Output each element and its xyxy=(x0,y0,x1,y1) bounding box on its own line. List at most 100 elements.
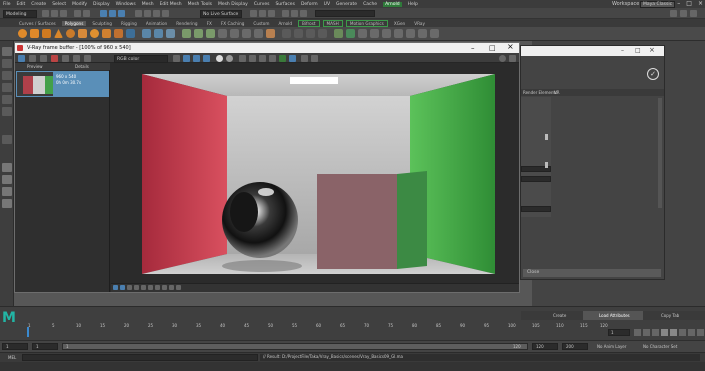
menu-item-generate[interactable]: Generate xyxy=(336,2,357,7)
shelf-tab-motion-graphics[interactable]: Motion Graphics xyxy=(345,19,388,27)
insert-edge-loop-icon[interactable] xyxy=(254,29,263,38)
vfb-render-last-icon[interactable] xyxy=(289,54,296,62)
vfb-options-icon[interactable] xyxy=(509,54,516,62)
scene-tab-create[interactable]: Create xyxy=(553,313,566,318)
undo-icon[interactable] xyxy=(74,10,81,17)
lasso-tool-icon[interactable] xyxy=(2,59,12,68)
end-time-field[interactable]: 200 xyxy=(562,343,588,350)
menu-item-uv[interactable]: UV xyxy=(324,2,330,7)
hypershade-icon[interactable] xyxy=(282,10,289,17)
minimize-icon[interactable]: – xyxy=(677,0,680,8)
menu-item-cache[interactable]: Cache xyxy=(363,2,377,7)
redo-icon[interactable] xyxy=(83,10,90,17)
bevel-icon[interactable] xyxy=(206,29,215,38)
quad-draw-icon[interactable] xyxy=(346,29,355,38)
menu-item-file[interactable]: File xyxy=(3,2,11,7)
menu-item-modify[interactable]: Modify xyxy=(72,2,87,7)
cut-uv-icon[interactable] xyxy=(306,29,315,38)
poly-plane-icon[interactable] xyxy=(78,29,87,38)
vfb-lens-fx-icon[interactable] xyxy=(173,54,180,62)
menu-item-surfaces[interactable]: Surfaces xyxy=(275,2,295,7)
vray-vfb-icon[interactable] xyxy=(300,10,307,17)
vfb-status-icon-10[interactable] xyxy=(176,285,181,290)
vfb-maximize-icon[interactable]: □ xyxy=(489,43,496,53)
channel-dropdown[interactable]: RGB color xyxy=(114,54,168,63)
vfb-save-icon[interactable] xyxy=(29,54,36,62)
shelf-tab-animation[interactable]: Animation xyxy=(143,21,170,26)
outliner-layout-icon[interactable] xyxy=(2,187,12,196)
soft-select-icon[interactable] xyxy=(2,135,12,144)
vfb-alpha-icon[interactable] xyxy=(216,54,223,62)
channel-box-icon[interactable] xyxy=(690,10,697,17)
shelf-tab-bifrost[interactable]: Bifrost xyxy=(298,19,320,27)
render-current-frame-icon[interactable] xyxy=(250,10,257,17)
extrude-icon[interactable] xyxy=(182,29,191,38)
single-perspective-icon[interactable] xyxy=(2,163,12,172)
poly-disc-icon[interactable] xyxy=(90,29,99,38)
command-input[interactable] xyxy=(22,354,258,361)
vfb-follow-mouse-icon[interactable] xyxy=(259,54,266,62)
menu-item-help[interactable]: Help xyxy=(408,2,418,7)
sculpt-tool-icon[interactable] xyxy=(430,29,439,38)
shelf-tab-custom[interactable]: Custom xyxy=(250,21,272,26)
planar-mapping-icon[interactable] xyxy=(282,29,291,38)
poly-sphere-icon[interactable] xyxy=(18,29,27,38)
menu-item-arnold[interactable]: Arnold xyxy=(383,1,402,7)
time-slider[interactable]: M Create Load Attributes Copy Tab 1 5 10… xyxy=(0,306,705,340)
shelf-tab-vray[interactable]: VRay xyxy=(411,21,428,26)
shelf-tab-rendering[interactable]: Rendering xyxy=(173,21,200,26)
save-scene-icon[interactable] xyxy=(60,10,67,17)
conform-icon[interactable] xyxy=(406,29,415,38)
timeline-ruler[interactable]: 1 5 10 15 20 25 30 35 40 45 50 55 60 65 … xyxy=(26,321,608,329)
shelf-tab-mash[interactable]: MASH xyxy=(322,19,343,27)
sew-uv-icon[interactable] xyxy=(318,29,327,38)
paint-select-tool-icon[interactable] xyxy=(2,71,12,80)
platonic-solid-icon[interactable] xyxy=(102,29,111,38)
vfb-ipr-icon[interactable] xyxy=(269,54,276,62)
live-surface-dropdown[interactable]: No Live Surface xyxy=(200,9,242,18)
go-to-start-icon[interactable] xyxy=(634,329,641,336)
playback-end-field[interactable]: 120 xyxy=(532,343,558,350)
anim-layer-dropdown[interactable]: No Anim Layer xyxy=(597,344,626,349)
poly-cone-icon[interactable] xyxy=(54,29,63,38)
menu-item-create[interactable]: Create xyxy=(31,2,46,7)
vfb-close-icon[interactable]: × xyxy=(507,42,514,52)
vfb-ab-icon[interactable] xyxy=(73,54,80,62)
vfb-status-icon-8[interactable] xyxy=(162,285,167,290)
vfb-status-icon-3[interactable] xyxy=(127,285,132,290)
uv-editor-icon[interactable] xyxy=(266,29,275,38)
character-set-dropdown[interactable]: No Character Set xyxy=(643,344,677,349)
poly-type-icon[interactable] xyxy=(114,29,123,38)
rs-field-3[interactable] xyxy=(521,206,551,212)
menu-item-select[interactable]: Select xyxy=(52,2,66,7)
quadrangulate-icon[interactable] xyxy=(394,29,403,38)
vfb-track-mouse-icon[interactable] xyxy=(249,54,256,62)
snap-grid-icon[interactable] xyxy=(135,10,142,17)
vfb-history-toggle-icon[interactable] xyxy=(18,54,25,62)
vfb-minimize-icon[interactable]: – xyxy=(471,43,475,53)
snap-curve-icon[interactable] xyxy=(144,10,151,17)
select-by-object-icon[interactable] xyxy=(109,10,116,17)
select-tool-icon[interactable] xyxy=(2,47,12,56)
shelf-tab-rigging[interactable]: Rigging xyxy=(118,21,140,26)
workspace-dropdown[interactable]: Maya Classic xyxy=(640,0,676,8)
current-time-indicator[interactable] xyxy=(27,327,29,337)
step-back-icon[interactable] xyxy=(652,329,659,336)
rs-close-icon[interactable]: × xyxy=(649,46,655,54)
rotate-tool-icon[interactable] xyxy=(2,95,12,104)
vfb-status-icon-7[interactable] xyxy=(155,285,160,290)
shelf-tab-fx[interactable]: FX xyxy=(204,21,215,26)
shelf-tab-xgen[interactable]: XGen xyxy=(391,21,408,26)
vfb-stop-icon[interactable] xyxy=(311,54,318,62)
multi-cut-icon[interactable] xyxy=(230,29,239,38)
fill-hole-icon[interactable] xyxy=(218,29,227,38)
vfb-blue-channel-icon[interactable] xyxy=(203,54,210,62)
render-settings-icon[interactable] xyxy=(268,10,275,17)
scene-tab-copy-tab[interactable]: Copy Tab xyxy=(661,313,679,318)
mirror-icon[interactable] xyxy=(334,29,343,38)
vfb-render-icon[interactable] xyxy=(279,54,286,62)
shelf-tab-polygons[interactable]: Polygons xyxy=(61,20,87,26)
vfb-clear-icon[interactable] xyxy=(51,54,58,62)
start-time-field[interactable]: 1 xyxy=(2,343,28,350)
step-back-key-icon[interactable] xyxy=(643,329,650,336)
